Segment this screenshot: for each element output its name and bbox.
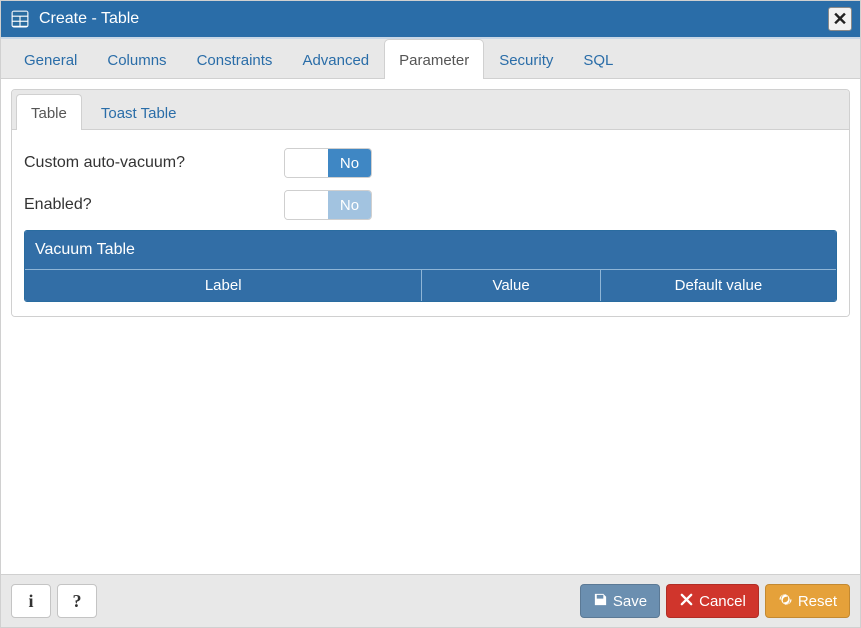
titlebar: Create - Table ✕ <box>1 1 860 37</box>
table-icon <box>9 8 31 30</box>
cancel-icon <box>679 592 694 611</box>
reset-label: Reset <box>798 593 837 610</box>
tab-parameter[interactable]: Parameter <box>384 39 484 79</box>
toggle-value: No <box>328 191 371 219</box>
tab-security[interactable]: Security <box>484 39 568 79</box>
cancel-label: Cancel <box>699 593 746 610</box>
close-button[interactable]: ✕ <box>828 7 852 31</box>
info-button[interactable]: i <box>11 584 51 618</box>
save-button[interactable]: Save <box>580 584 660 618</box>
footer: i ? Save Cancel Reset <box>1 574 860 627</box>
sub-tabs: Table Toast Table <box>12 90 849 130</box>
subtab-toast-table[interactable]: Toast Table <box>86 94 192 130</box>
close-icon: ✕ <box>832 10 847 28</box>
toggle-custom-auto-vacuum[interactable]: No <box>284 148 372 178</box>
save-label: Save <box>613 593 647 610</box>
col-default: Default value <box>601 270 836 301</box>
help-button[interactable]: ? <box>57 584 97 618</box>
subtab-table[interactable]: Table <box>16 94 82 130</box>
help-icon: ? <box>73 591 82 612</box>
vacuum-table-header: Label Value Default value <box>25 270 836 301</box>
vacuum-table-section: Vacuum Table Label Value Default value <box>24 230 837 302</box>
col-label: Label <box>25 270 422 301</box>
col-value: Value <box>422 270 600 301</box>
create-table-dialog: Create - Table ✕ General Columns Constra… <box>0 0 861 628</box>
row-custom-auto-vacuum: Custom auto-vacuum? No <box>12 142 849 184</box>
row-enabled: Enabled? No <box>12 184 849 226</box>
toggle-enabled: No <box>284 190 372 220</box>
label-custom-auto-vacuum: Custom auto-vacuum? <box>24 154 284 172</box>
tab-columns[interactable]: Columns <box>92 39 181 79</box>
reset-icon <box>778 592 793 611</box>
table-panel: Custom auto-vacuum? No Enabled? No Vacuu… <box>12 130 849 316</box>
parameter-panel: Table Toast Table Custom auto-vacuum? No… <box>11 89 850 317</box>
cancel-button[interactable]: Cancel <box>666 584 759 618</box>
save-icon <box>593 592 608 611</box>
tab-general[interactable]: General <box>9 39 92 79</box>
main-tabs: General Columns Constraints Advanced Par… <box>1 39 860 79</box>
tab-advanced[interactable]: Advanced <box>287 39 384 79</box>
tab-constraints[interactable]: Constraints <box>182 39 288 79</box>
toggle-blank <box>285 149 328 177</box>
toggle-value: No <box>328 149 371 177</box>
tab-sql[interactable]: SQL <box>568 39 628 79</box>
label-enabled: Enabled? <box>24 196 284 214</box>
dialog-title: Create - Table <box>39 10 828 28</box>
content-area: Table Toast Table Custom auto-vacuum? No… <box>1 79 860 574</box>
vacuum-table-title: Vacuum Table <box>25 231 836 270</box>
toggle-blank <box>285 191 328 219</box>
info-icon: i <box>28 591 33 612</box>
reset-button[interactable]: Reset <box>765 584 850 618</box>
